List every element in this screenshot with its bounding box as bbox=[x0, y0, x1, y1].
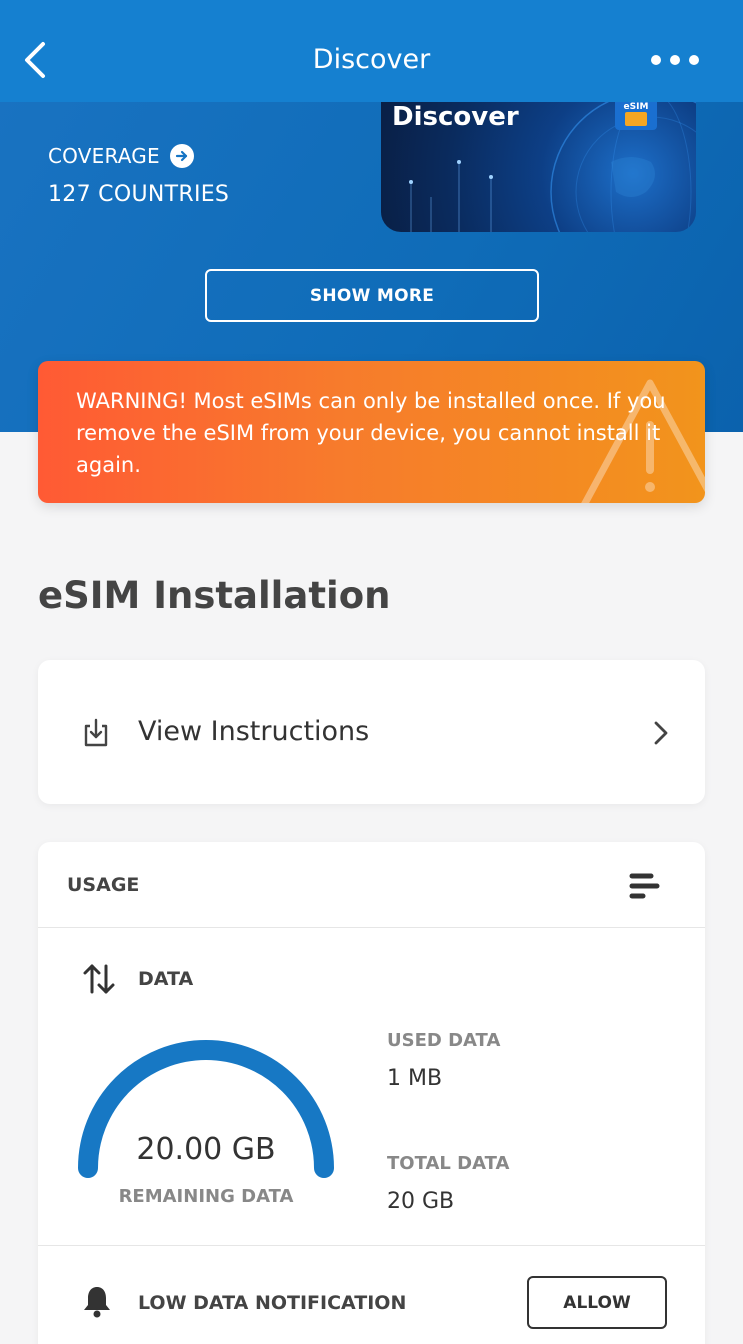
section-title-esim-installation: eSIM Installation bbox=[38, 574, 391, 617]
page-title: Discover bbox=[312, 44, 431, 75]
download-icon bbox=[84, 718, 108, 747]
esim-card-image: Discover eSIM bbox=[381, 102, 696, 232]
data-section-header: DATA bbox=[82, 962, 193, 996]
used-data-label: USED DATA bbox=[387, 1030, 501, 1051]
low-data-notification-label: LOW DATA NOTIFICATION bbox=[138, 1292, 407, 1314]
arrow-right-circle-icon bbox=[169, 144, 194, 168]
data-label: DATA bbox=[138, 968, 194, 990]
usage-header: USAGE bbox=[38, 842, 705, 928]
bell-icon bbox=[84, 1287, 110, 1318]
more-horizontal-icon bbox=[651, 55, 661, 65]
chevron-right-icon bbox=[654, 721, 668, 745]
total-data-value: 20 GB bbox=[387, 1189, 455, 1214]
view-instructions-label: View Instructions bbox=[138, 716, 370, 747]
coverage-value: 127 COUNTRIES bbox=[48, 182, 230, 207]
warning-banner: WARNING! Most eSIMs can only be installe… bbox=[38, 361, 705, 503]
view-instructions-row[interactable]: View Instructions bbox=[38, 660, 705, 804]
warning-text: WARNING! Most eSIMs can only be installe… bbox=[76, 389, 666, 477]
esim-chip-label: eSIM bbox=[623, 102, 649, 112]
usage-title: USAGE bbox=[67, 874, 140, 896]
data-transfer-icon bbox=[83, 964, 115, 994]
top-bar: Discover bbox=[0, 0, 743, 102]
allow-button[interactable]: ALLOW bbox=[527, 1276, 667, 1329]
divider bbox=[38, 1245, 705, 1246]
total-data-label: TOTAL DATA bbox=[387, 1153, 510, 1174]
bar-chart-icon[interactable] bbox=[629, 872, 661, 900]
usage-card: USAGE DATA 20.00 GB REMAINING DATA USED … bbox=[38, 842, 705, 1344]
more-options-button[interactable] bbox=[651, 50, 699, 70]
esim-chip-icon: eSIM bbox=[615, 102, 657, 130]
coverage-link[interactable]: COVERAGE bbox=[48, 144, 194, 168]
remaining-data-value: 20.00 GB bbox=[136, 1132, 276, 1167]
coverage-label: COVERAGE bbox=[48, 144, 160, 168]
card-title: Discover bbox=[392, 102, 519, 132]
remaining-data-label: REMAINING DATA bbox=[118, 1186, 294, 1207]
show-more-button[interactable]: SHOW MORE bbox=[205, 269, 539, 322]
used-data-value: 1 MB bbox=[387, 1066, 443, 1091]
